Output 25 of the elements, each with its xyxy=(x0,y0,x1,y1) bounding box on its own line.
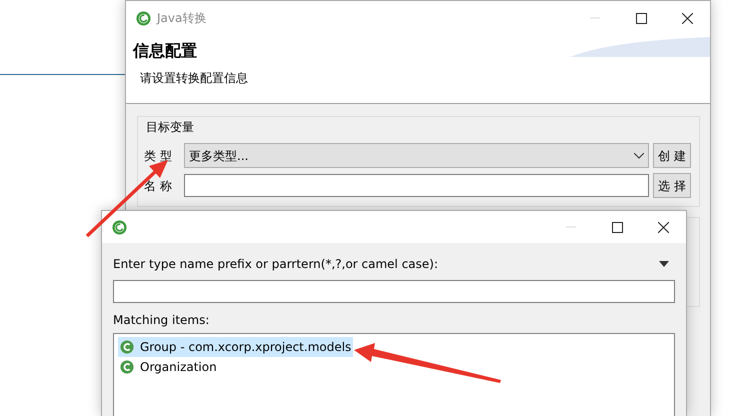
app-icon xyxy=(112,220,127,234)
field-label: 类 型 xyxy=(144,148,173,164)
chevron-icon xyxy=(634,152,644,158)
group-label: 目标变量 xyxy=(146,119,194,136)
list-item[interactable]: Organization xyxy=(118,357,219,377)
field-label: 名 称 xyxy=(144,178,173,194)
form-button[interactable]: 创 建 xyxy=(653,143,691,168)
filter-input-field[interactable] xyxy=(113,280,675,303)
form-button[interactable]: 选 择 xyxy=(653,173,691,198)
maximize-icon xyxy=(636,12,646,24)
class-icon xyxy=(120,340,134,354)
class-icon xyxy=(120,360,134,374)
header-title: 信息配置 xyxy=(133,40,197,62)
maximize-icon xyxy=(612,222,622,232)
app-icon xyxy=(136,10,151,26)
type-dropdown[interactable]: 更多类型... xyxy=(184,143,649,168)
name-input-field[interactable] xyxy=(184,174,649,197)
list-label: Matching items: xyxy=(113,312,210,329)
close-icon xyxy=(682,12,692,24)
close-icon xyxy=(658,222,668,232)
list-item[interactable]: Group - com.xcorp.xproject.models xyxy=(118,337,354,357)
window-title: Java转换 xyxy=(157,10,206,27)
prompt-label: Enter type name prefix or parrtern(*,?,or camel case): xyxy=(113,256,438,273)
header-subtitle: 请设置转换配置信息 xyxy=(140,70,248,87)
menu-triangle-icon[interactable] xyxy=(659,261,669,267)
